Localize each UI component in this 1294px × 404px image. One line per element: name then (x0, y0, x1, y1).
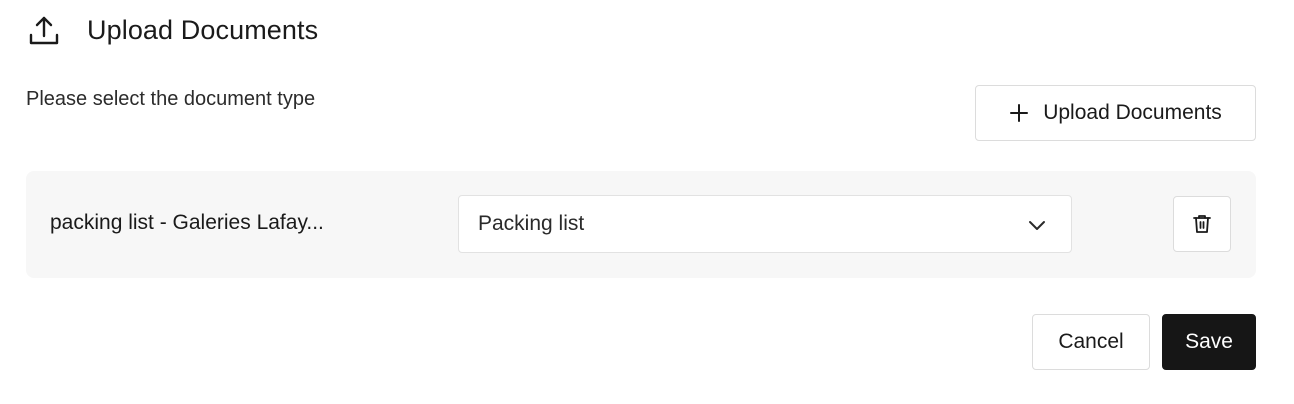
cancel-button[interactable]: Cancel (1032, 314, 1150, 370)
upload-icon (26, 12, 62, 48)
document-type-value: Packing list (478, 212, 585, 235)
save-button[interactable]: Save (1162, 314, 1256, 370)
page-title: Upload Documents (87, 14, 319, 45)
document-type-instructions: Please select the document type (26, 88, 316, 110)
chevron-down-icon (1025, 213, 1049, 237)
dialog-header: Upload Documents (26, 12, 318, 48)
upload-documents-dialog: Upload Documents Please select the docum… (0, 0, 1294, 404)
plus-icon (1009, 103, 1029, 123)
document-row: packing list - Galeries Lafay... Packing… (26, 171, 1256, 278)
document-file-name: packing list - Galeries Lafay... (50, 211, 324, 234)
document-type-select[interactable]: Packing list (458, 195, 1072, 253)
upload-documents-label: Upload Documents (1043, 101, 1222, 124)
delete-document-button[interactable] (1173, 196, 1231, 252)
upload-documents-button[interactable]: Upload Documents (975, 85, 1256, 141)
trash-icon (1191, 213, 1213, 235)
